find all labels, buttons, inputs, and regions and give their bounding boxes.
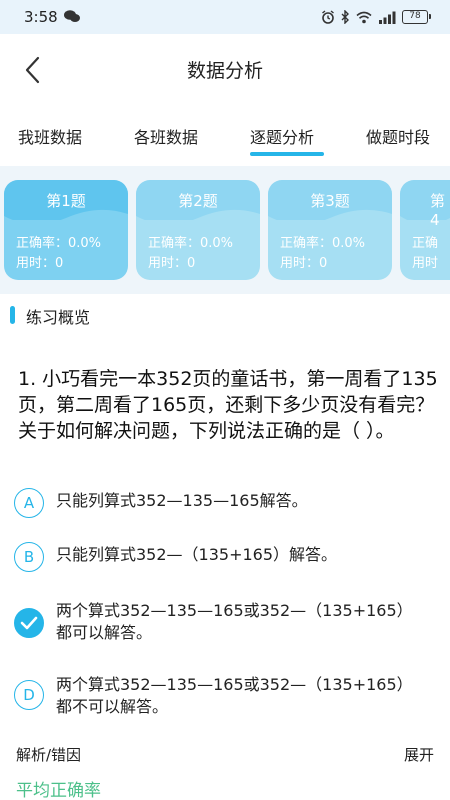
tab-my-class[interactable]: 我班数据 xyxy=(18,124,82,148)
card-title: 第2题 xyxy=(178,192,218,210)
tab-question-analysis[interactable]: 逐题分析 xyxy=(250,124,314,148)
tab-time-period[interactable]: 做题时段 xyxy=(366,124,430,148)
alarm-icon xyxy=(322,10,334,24)
tab-all-classes[interactable]: 各班数据 xyxy=(134,124,198,148)
card-title: 第1题 xyxy=(46,192,86,210)
option-text: 只能列算式352—（135+165）解答。 xyxy=(56,545,338,564)
page-title: 数据分析 xyxy=(186,60,263,82)
card-accuracy: 正确率：0.0% xyxy=(280,236,366,251)
option-letter: B xyxy=(14,542,44,572)
card-time: 用时：0 xyxy=(16,256,64,271)
card-title: 第4 xyxy=(430,192,446,229)
wifi-icon xyxy=(356,11,372,23)
status-bar: 3:58 78 xyxy=(0,0,450,34)
card-time: 用时：0 xyxy=(280,256,328,271)
card-title: 第3题 xyxy=(310,192,350,210)
bluetooth-icon xyxy=(341,10,349,24)
option-text: 两个算式352—135—165或352—（135+165）都不可以解答。 xyxy=(56,675,413,716)
active-tab-indicator xyxy=(250,152,324,156)
expand-button[interactable]: 展开 xyxy=(404,744,434,765)
average-accuracy-label: 平均正确率 xyxy=(16,781,101,800)
chat-app-icon xyxy=(64,10,80,22)
status-icons: 78 xyxy=(321,8,431,26)
option-text: 两个算式352—135—165或352—（135+165）都可以解答。 xyxy=(56,601,413,642)
analysis-label: 解析/错因 xyxy=(16,746,82,764)
question-card-3[interactable]: 第3题 正确率：0.0% 用时：0 xyxy=(268,180,392,280)
check-icon xyxy=(14,608,44,638)
signal-icon xyxy=(379,11,396,24)
app-header: 数据分析 xyxy=(0,34,450,106)
option-letter: D xyxy=(14,680,44,710)
card-accuracy: 正确 xyxy=(412,236,439,251)
section-header: 练习概览 xyxy=(0,298,450,334)
card-time: 用时 xyxy=(412,256,439,271)
section-title: 练习概览 xyxy=(26,308,91,327)
question-text: 1. 小巧看完一本352页的童话书，第一周看了135页，第二周看了165页，还剩… xyxy=(18,368,438,442)
question-card-4[interactable]: 第4 正确 用时 xyxy=(400,180,450,280)
option-text: 只能列算式352—135—165解答。 xyxy=(56,491,308,510)
battery-icon: 78 xyxy=(402,10,431,24)
question-cards-strip[interactable]: 第1题 正确率：0.0% 用时：0 第2题 正确率：0.0% 用时：0 第3题 … xyxy=(0,166,450,294)
question-card-1[interactable]: 第1题 正确率：0.0% 用时：0 xyxy=(4,180,128,280)
tab-bar: 我班数据 各班数据 逐题分析 做题时段 xyxy=(0,106,450,166)
question-card-2[interactable]: 第2题 正确率：0.0% 用时：0 xyxy=(136,180,260,280)
status-time: 3:58 xyxy=(24,8,58,26)
card-accuracy: 正确率：0.0% xyxy=(148,236,234,251)
card-time: 用时：0 xyxy=(148,256,196,271)
section-accent-bar xyxy=(10,306,15,324)
card-accuracy: 正确率：0.0% xyxy=(16,236,102,251)
option-letter: A xyxy=(14,488,44,518)
